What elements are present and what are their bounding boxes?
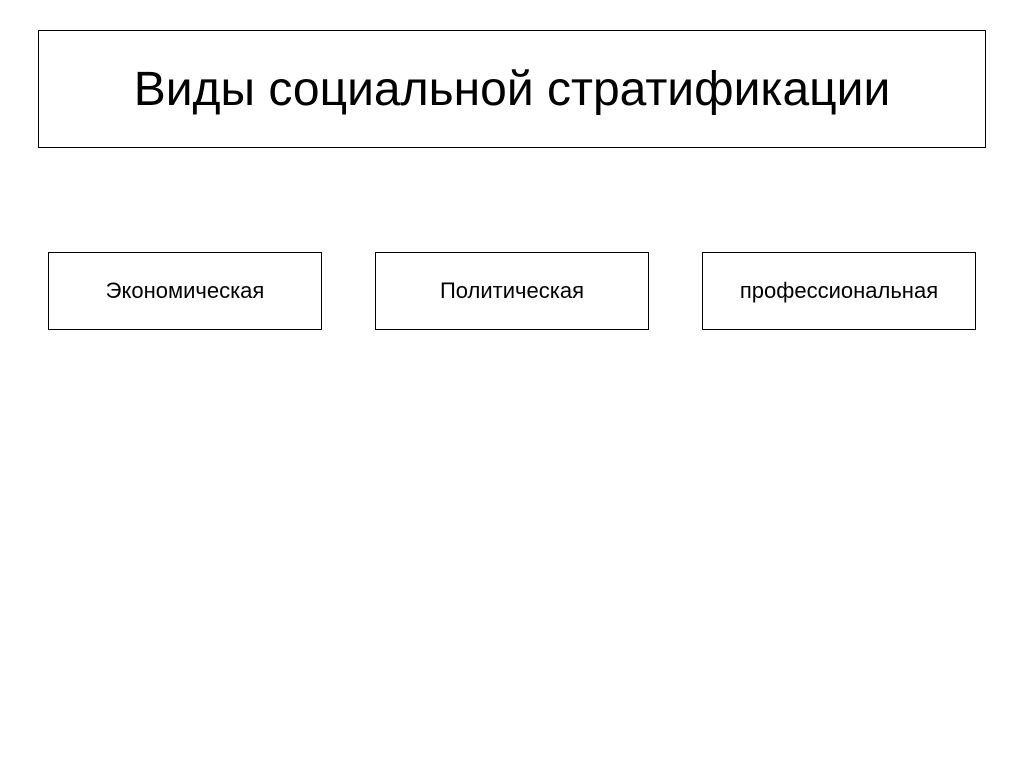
category-label: Политическая — [440, 278, 584, 304]
category-box-economic: Экономическая — [48, 252, 322, 330]
title-box: Виды социальной стратификации — [38, 30, 986, 148]
page-title: Виды социальной стратификации — [134, 62, 891, 117]
category-box-professional: профессиональная — [702, 252, 976, 330]
category-label: Экономическая — [106, 278, 265, 304]
categories-container: Экономическая Политическая профессиональ… — [48, 252, 976, 330]
category-box-political: Политическая — [375, 252, 649, 330]
category-label: профессиональная — [740, 278, 938, 304]
